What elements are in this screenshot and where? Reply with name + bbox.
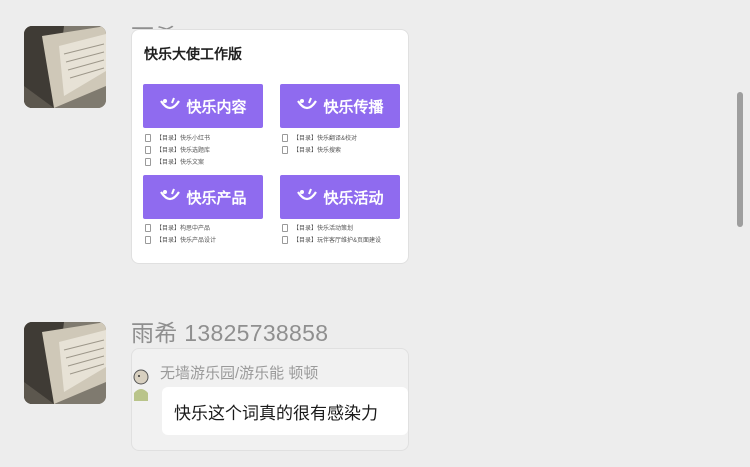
smile-logo-icon [297, 188, 318, 201]
file-item: 【目录】快乐选题库 [145, 144, 269, 155]
tile-activity: 快乐活动 [280, 175, 400, 219]
document-icon [145, 223, 151, 232]
quoted-message-card[interactable]: 无墙游乐园/游乐能 顿顿 快乐这个词真的很有感染力 [131, 348, 409, 451]
file-item: 【目录】快乐小红书 [145, 132, 269, 143]
file-list: 【目录】快乐活动策划 【目录】玩伴客厅维护&页面建设 [282, 222, 406, 246]
shared-image-card[interactable]: 快乐大使工作版 快乐内容 【目录】快乐小红书 【目录】快乐选题库 【目录】快乐文… [131, 29, 409, 264]
document-icon [282, 223, 288, 232]
file-list: 【目录】快乐翻译&校对 【目录】快乐搜索 [282, 132, 406, 156]
document-icon [282, 145, 288, 154]
file-list: 【目录】快乐小红书 【目录】快乐选题库 【目录】快乐文案 [145, 132, 269, 168]
file-item: 【目录】构思中产品 [145, 222, 269, 233]
sender-avatar[interactable] [24, 322, 106, 404]
file-item: 【目录】快乐活动策划 [282, 222, 406, 233]
tile-product: 快乐产品 [143, 175, 263, 219]
tile-spread: 快乐传播 [280, 84, 400, 128]
document-icon [145, 145, 151, 154]
quoted-avatar-icon [132, 363, 149, 401]
tile-label: 快乐产品 [186, 189, 247, 207]
document-icon [145, 133, 151, 142]
quoted-sender: 无墙游乐园/游乐能 顿顿 [160, 365, 319, 382]
smile-logo-icon [160, 97, 181, 110]
sender-name: 雨希 13825738858 [131, 320, 329, 346]
quoted-text: 快乐这个词真的很有感染力 [174, 403, 378, 423]
document-icon [282, 235, 288, 244]
document-icon [282, 133, 288, 142]
file-list: 【目录】构思中产品 【目录】快乐产品设计 [145, 222, 269, 246]
sender-avatar[interactable] [24, 26, 106, 108]
tile-label: 快乐内容 [186, 98, 247, 116]
book-photo-avatar-icon [24, 322, 106, 404]
tile-content: 快乐内容 [143, 84, 263, 128]
card-title: 快乐大使工作版 [144, 46, 242, 62]
file-item: 【目录】快乐文案 [145, 156, 269, 167]
quoted-bubble: 快乐这个词真的很有感染力 [162, 387, 408, 435]
file-item: 【目录】玩伴客厅维护&页面建设 [282, 234, 406, 245]
scrollbar[interactable] [737, 92, 743, 227]
smile-logo-icon [160, 188, 181, 201]
file-item: 【目录】快乐搜索 [282, 144, 406, 155]
smile-logo-icon [297, 97, 318, 110]
file-item: 【目录】快乐产品设计 [145, 234, 269, 245]
book-photo-avatar-icon [24, 26, 106, 108]
file-item: 【目录】快乐翻译&校对 [282, 132, 406, 143]
document-icon [145, 157, 151, 166]
document-icon [145, 235, 151, 244]
tile-label: 快乐活动 [323, 189, 384, 207]
tile-label: 快乐传播 [323, 98, 384, 116]
